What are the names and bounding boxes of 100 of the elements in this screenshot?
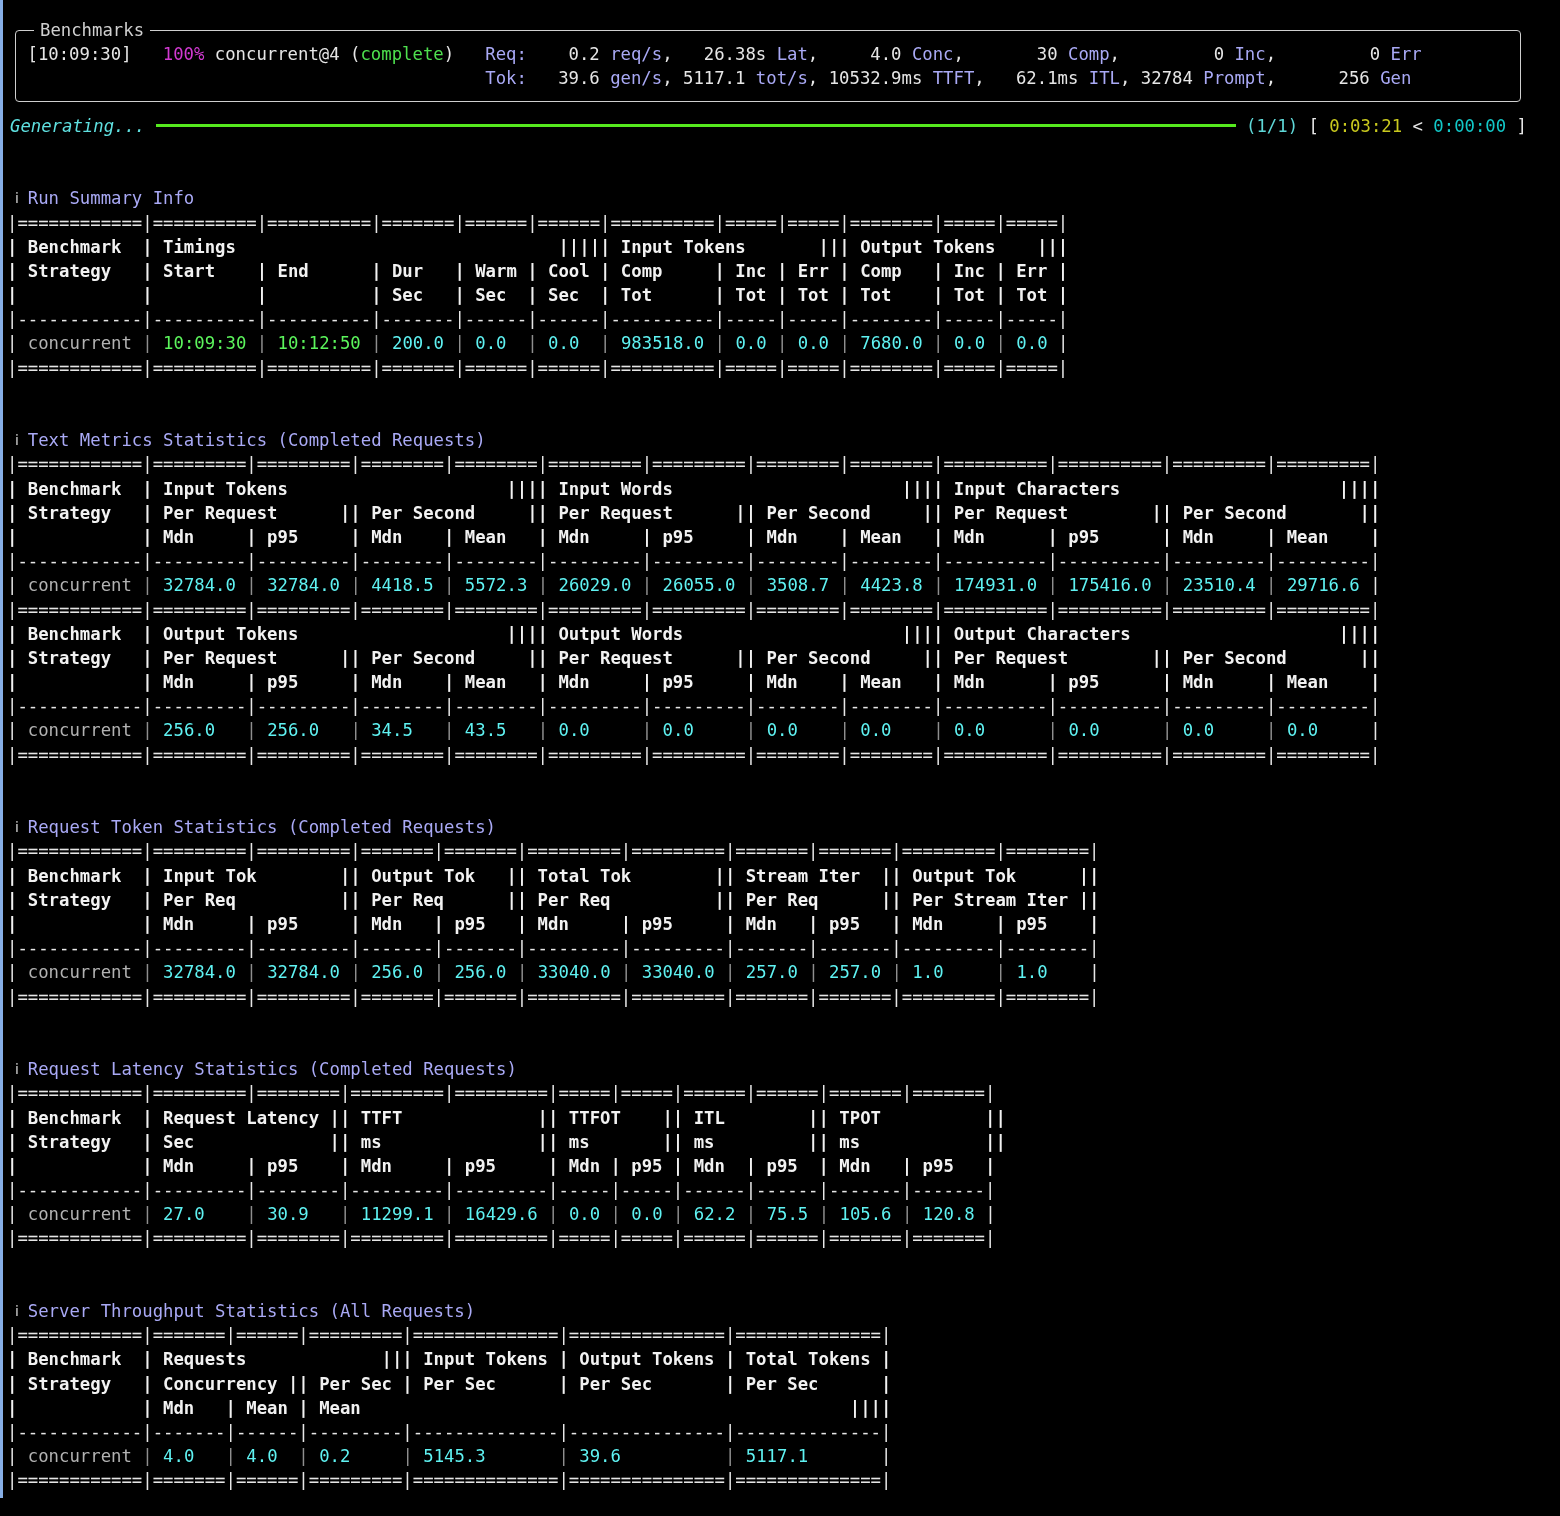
table-cell: concurrent: [27, 333, 132, 354]
table-rule: |------------|---------|---------|--------|--------|---------|---------|--------|--------|----------|----------|---------|---------|: [7, 695, 1382, 719]
table-cell: 32784.0: [163, 962, 236, 983]
table-header-row-text: | | Mdn | p95 | Mdn | Mean | Mdn | p95 | Mdn | Mean | Mdn | p95 | Mdn | Mean |: [7, 525, 1382, 549]
table-divider: |: [1161, 575, 1174, 596]
table-cell: 32784.0: [267, 962, 340, 983]
table-divider: |: [744, 720, 758, 741]
progress-timing: (1/1) [ 0:03:21 < 0:00:00 ]: [1246, 114, 1527, 138]
table-rule: |============|=========|=========|=======|=======|=========|=========|=======|=======|=========|========|: [7, 985, 1101, 1009]
table-cell: 32784.0: [267, 575, 340, 596]
table-divider: |: [599, 333, 612, 354]
table-divider: |: [984, 1204, 996, 1225]
table-header-row-text: | | Mdn | p95 | Mdn | Mean | Mdn | p95 | Mdn | Mean | Mdn | p95 | Mdn | Mean |: [7, 671, 1382, 695]
table-cell: 200.0: [392, 333, 444, 354]
table-cell: 4.0: [163, 1446, 195, 1467]
table-divider: |: [7, 720, 19, 741]
table-divider: |: [744, 575, 758, 596]
table-rule: |============|=========|=========|========|========|=========|=========|========|========|==========|==========|=========|=========|: [7, 598, 1382, 622]
table-header-row-text: | Strategy | Start | End | Dur | Warm | Cool | Comp | Inc | Err | Comp | Inc | Err |: [7, 259, 1070, 283]
table-cell: 0.0: [475, 333, 507, 354]
table-cell: 983518.0: [620, 333, 705, 354]
table-cell: 0.0: [953, 720, 986, 741]
table-rule: |------------|-------|------|---------|--------------|---------------|--------------|: [7, 1420, 893, 1444]
table-divider: |: [838, 720, 851, 741]
table-divider: |: [443, 575, 456, 596]
table-divider: |: [838, 575, 851, 596]
table-divider: |: [1265, 720, 1278, 741]
table-divider: |: [932, 720, 945, 741]
table-cell: 1.0: [1016, 962, 1048, 983]
table-divider: |: [640, 720, 654, 741]
section-title: Run Summary Info: [27, 187, 195, 211]
table-cell: 0.0: [1068, 720, 1100, 741]
table-header-row-text: | | | | Sec | Sec | Sec | Tot | Tot | Tot | Tot | Tot | Tot |: [7, 284, 1070, 308]
table-cell: 0.2: [319, 1446, 351, 1467]
table-cell: 0.0: [1182, 720, 1215, 741]
table-cell: concurrent: [27, 575, 132, 596]
info-icon: ℹ: [7, 428, 28, 453]
table-cell: 26029.0: [558, 575, 632, 596]
table-cell: 0.0: [766, 720, 798, 741]
table-header-row-text: | Strategy | Per Request || Per Second || Per Request || Per Second || Per Request || Per Second ||: [7, 501, 1382, 525]
table-cell: 4418.5: [371, 575, 434, 596]
table-divider: |: [536, 575, 550, 596]
table-cell: 75.5: [766, 1204, 809, 1225]
table-divider: |: [224, 1446, 237, 1467]
table-divider: |: [245, 575, 258, 596]
table-cell: 26055.0: [662, 575, 736, 596]
table-divider: |: [432, 962, 446, 983]
table-divider: |: [141, 333, 154, 354]
table-header-row-text: | | Mdn | p95 | Mdn | p95 | Mdn | p95 | Mdn | p95 | Mdn | p95 |: [7, 913, 1101, 936]
table-cell: 0.0: [860, 720, 892, 741]
table-cell: concurrent: [27, 1204, 132, 1225]
table-divider: |: [349, 575, 362, 596]
table-divider: |: [1161, 720, 1174, 741]
table-divider: |: [547, 1204, 560, 1225]
table-cell: 27.0: [163, 1204, 205, 1225]
table-divider: |: [515, 962, 529, 983]
table-cell: 16429.6: [464, 1204, 538, 1225]
table-divider: |: [7, 333, 19, 354]
info-icon: ℹ: [7, 1057, 28, 1082]
section-title: Text Metrics Statistics (Completed Requests): [27, 429, 486, 453]
table-cell: 43.5: [464, 720, 507, 741]
stats-line: Req: 0.2 req/s, 26.38s Lat, 4.0 Conc, 30 Comp, 0 Inc, 0 Err: [485, 42, 1422, 66]
table-header-row-text: | Benchmark | Input Tok || Output Tok || Total Tok || Stream Iter || Output Tok ||: [7, 864, 1101, 888]
table-cell: 4.0: [246, 1446, 278, 1467]
table-rule: |============|=========|=========|========|========|=========|=========|========|========|==========|==========|=========|=========|: [7, 743, 1382, 767]
table-cell: 0.0: [631, 1204, 663, 1225]
table-cell: 257.0: [829, 962, 882, 983]
table-divider: |: [1369, 720, 1381, 741]
table-divider: |: [349, 962, 362, 983]
table-cell: 3508.7: [766, 575, 830, 596]
table-divider: |: [453, 333, 466, 354]
table-divider: |: [838, 333, 851, 354]
table-rule: |============|==========|==========|=======|======|======|==========|=====|=====|========|=====|=====|: [7, 356, 1070, 380]
table-rule: |============|=======|======|=========|==============|===============|==============|: [7, 1469, 893, 1493]
table-divider: |: [338, 1204, 352, 1225]
table-cell: 29716.6: [1286, 575, 1360, 596]
table-cell: 105.6: [839, 1204, 892, 1225]
table-rule: |------------|---------|--------|---------|---------|-----|-----|------|------|-------|-------|: [7, 1179, 997, 1203]
table-divider: |: [141, 720, 154, 741]
table-header-row-text: | Strategy | Sec || ms || ms || ms || ms ||: [7, 1130, 1007, 1154]
info-icon: ℹ: [7, 815, 28, 840]
table-cell: 39.6: [579, 1446, 621, 1467]
table-cell: 175416.0: [1068, 575, 1152, 596]
table-cell: 11299.1: [360, 1204, 434, 1225]
table-divider: |: [640, 575, 654, 596]
table-divider: |: [349, 720, 362, 741]
table-cell: concurrent: [27, 962, 132, 983]
table-divider: |: [609, 1204, 622, 1225]
table-rule: |============|=========|========|=========|=========|=====|=====|======|======|=======|=======|: [7, 1082, 997, 1106]
table-divider: |: [370, 333, 383, 354]
table-divider: |: [557, 1446, 570, 1467]
info-icon: ℹ: [7, 186, 28, 211]
table-header-row-text: | Strategy | Concurrency || Per Sec | Per Sec | Per Sec | Per Sec |: [7, 1372, 893, 1396]
table-divider: |: [890, 962, 903, 983]
table-cell: 32784.0: [163, 575, 236, 596]
table-cell: 256.0: [454, 962, 507, 983]
progress-label: Generating...: [10, 114, 146, 138]
table-divider: |: [723, 1446, 737, 1467]
table-divider: |: [1369, 575, 1381, 596]
table-header-row-text: | Strategy | Per Req || Per Req || Per Req || Per Req || Per Stream Iter ||: [7, 888, 1101, 912]
